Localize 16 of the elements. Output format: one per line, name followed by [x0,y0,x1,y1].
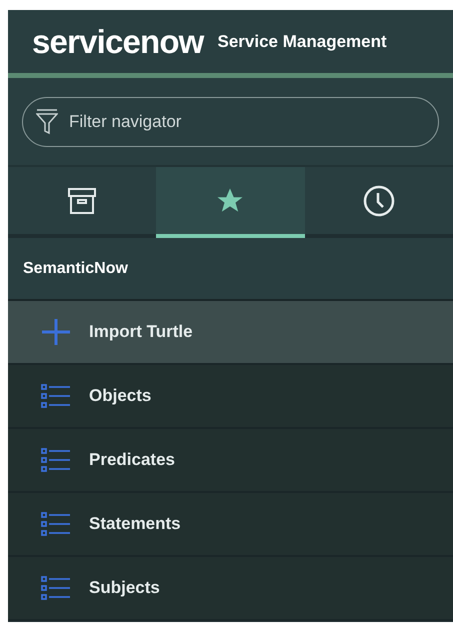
section-title: SemanticNow [23,258,128,278]
archive-icon [67,186,98,214]
app-title: Service Management [218,30,387,53]
logo: servicenow [32,25,204,58]
list-icon [41,576,71,600]
nav-item[interactable]: Import Turtle [8,301,453,365]
filter-field[interactable]: Filter navigator [22,96,439,146]
list-icon [41,448,71,472]
nav-tab[interactable] [156,167,305,238]
list-icon [41,384,71,408]
nav-tab[interactable] [304,167,453,238]
clock-icon [362,184,396,218]
nav-tab[interactable] [8,167,156,238]
filter-icon [36,108,58,134]
list-icon [41,512,71,536]
plus-icon [41,318,71,346]
